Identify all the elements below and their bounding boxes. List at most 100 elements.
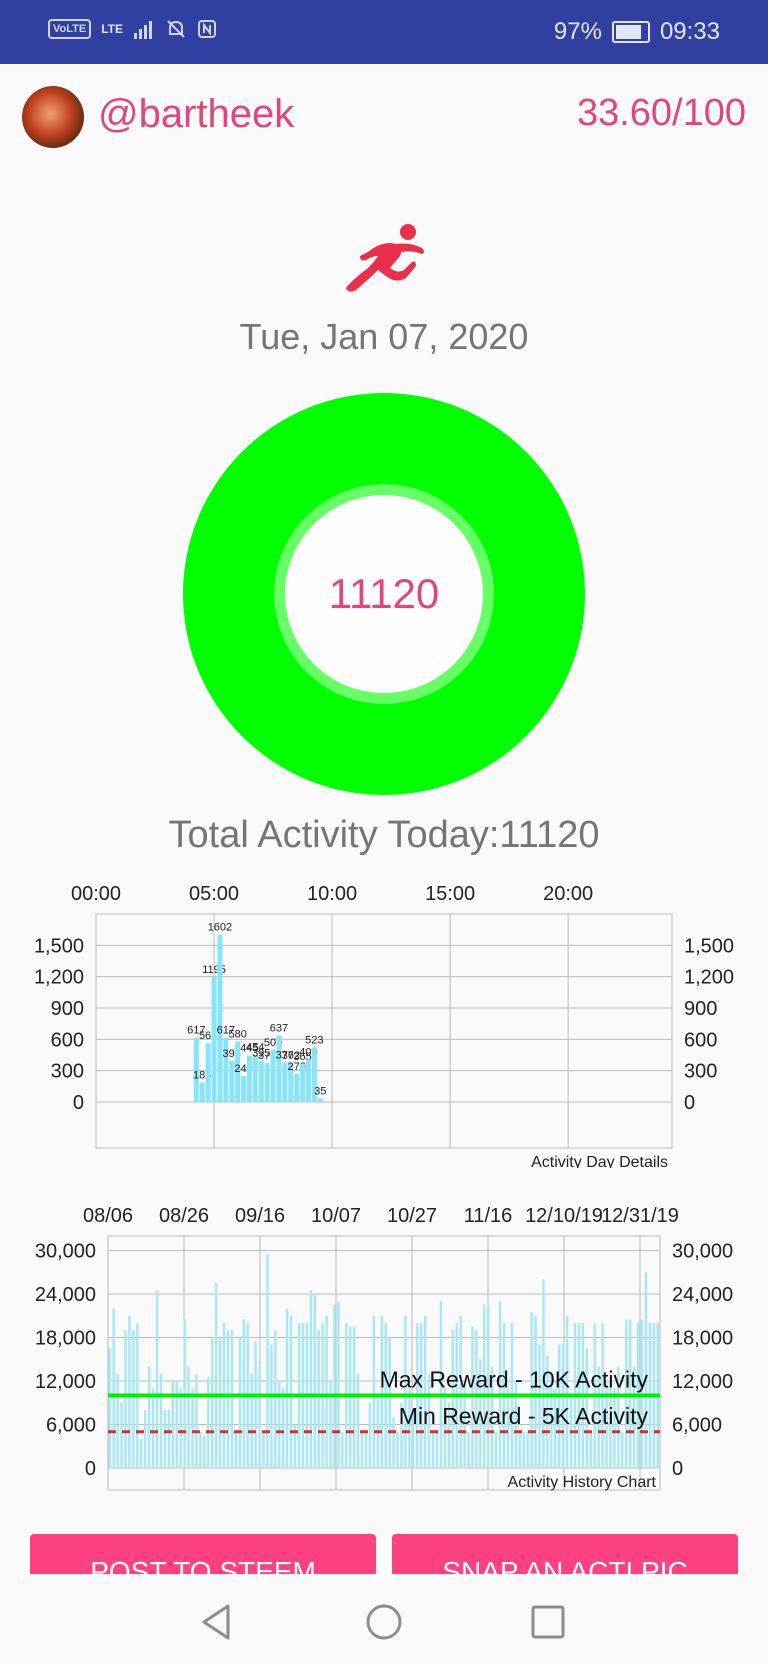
history-bar: [526, 1431, 529, 1468]
history-bar: [317, 1330, 320, 1468]
history-bar: [313, 1294, 316, 1468]
chart-frame: [95, 913, 673, 1149]
x-tick-label: 08/06: [83, 1205, 133, 1227]
x-tick-label: 09/16: [235, 1205, 285, 1227]
history-bar: [372, 1315, 376, 1468]
home-icon[interactable]: [364, 1602, 404, 1642]
activity-history-chart: 08/06 08/26 09/16 10/07 10/27 11/16 12/10/1912…: [35, 1205, 733, 1491]
history-bar: [155, 1290, 159, 1468]
history-bar: [309, 1290, 313, 1468]
chart-legend: Activity Day Details: [531, 1154, 668, 1168]
history-bar: [270, 1344, 273, 1468]
y-tick-label-right: 6,000: [672, 1415, 722, 1437]
x-tick-label: 05:00: [189, 883, 239, 905]
ring-mid: 11120: [274, 484, 494, 704]
mute-bell-icon: [167, 20, 185, 38]
history-bar: [187, 1366, 190, 1468]
history-bar: [112, 1308, 115, 1468]
history-bar: [341, 1431, 344, 1468]
history-bar: [364, 1431, 368, 1468]
history-bar: [518, 1431, 521, 1468]
day-bar-label: 523: [305, 1034, 323, 1046]
y-tick-label: 600: [51, 1029, 84, 1051]
history-bar: [254, 1341, 257, 1468]
day-bar-label: 637: [270, 1022, 288, 1034]
history-bar: [167, 1410, 171, 1468]
day-bar: [276, 1035, 282, 1102]
history-bar: [333, 1304, 336, 1468]
y-tick-label: 0: [73, 1092, 84, 1114]
day-bar: [205, 1043, 211, 1102]
history-bar: [234, 1431, 238, 1468]
history-bar: [289, 1315, 293, 1468]
history-bar: [388, 1337, 391, 1468]
activity-ring: 11120: [183, 393, 585, 795]
y-tick-label: 24,000: [35, 1284, 96, 1306]
x-tick-label: 10/07: [311, 1205, 361, 1227]
recents-icon[interactable]: [528, 1602, 568, 1642]
y-tick-label-right: 12,000: [672, 1371, 733, 1393]
x-tick-label: 20:00: [543, 883, 593, 905]
post-to-steem-button[interactable]: POST TO STEEM: [30, 1534, 376, 1574]
history-bar: [589, 1431, 592, 1468]
history-bar: [258, 1366, 261, 1468]
history-bar: [124, 1330, 127, 1468]
history-bar: [360, 1431, 364, 1468]
day-bar: [317, 1098, 323, 1102]
history-bar: [179, 1388, 182, 1468]
history-bar: [522, 1431, 525, 1468]
y-tick-label-right: 1,500: [684, 935, 734, 957]
y-tick-label: 300: [51, 1061, 84, 1083]
history-bar: [281, 1388, 285, 1468]
history-bar: [262, 1431, 265, 1468]
history-bar: [199, 1431, 202, 1468]
day-bar: [305, 1059, 311, 1102]
day-bar: [258, 1060, 264, 1102]
back-icon[interactable]: [198, 1602, 238, 1642]
signal-icon: [133, 21, 152, 39]
day-bar: [217, 934, 223, 1102]
history-bar: [147, 1366, 151, 1468]
day-bar-label: 35: [314, 1085, 326, 1097]
day-bar: [264, 1063, 270, 1102]
history-bar: [392, 1417, 395, 1468]
max-reward-label: Max Reward - 10K Activity: [380, 1367, 649, 1393]
y-tick-label-right: 0: [672, 1458, 683, 1480]
volte-indicator: VoLTE: [48, 19, 92, 39]
username[interactable]: @bartheek: [98, 92, 294, 137]
y-tick-label-right: 300: [684, 1061, 717, 1083]
history-bar: [143, 1410, 147, 1468]
snap-acti-pic-button[interactable]: SNAP AN ACTI PIC: [392, 1534, 738, 1574]
score: 33.60/100: [576, 92, 746, 134]
history-bar: [467, 1431, 470, 1468]
ring-value: 11120: [285, 495, 483, 693]
history-bar: [285, 1308, 289, 1468]
x-tick-label: 11/16: [464, 1205, 513, 1227]
x-tick-label: 10/27: [387, 1205, 437, 1227]
x-tick-label: 10:00: [307, 883, 357, 905]
y-tick-label-right: 30,000: [672, 1241, 733, 1263]
history-bar: [230, 1330, 234, 1468]
history-bar: [451, 1330, 454, 1468]
history-bar: [475, 1330, 478, 1468]
y-tick-label: 1,200: [34, 967, 84, 989]
y-tick-label-right: 600: [684, 1029, 717, 1051]
avatar[interactable]: [22, 86, 84, 148]
day-bar: [246, 1055, 252, 1102]
history-bar: [325, 1315, 328, 1468]
snap-acti-pic-label: SNAP AN ACTI PIC: [442, 1556, 688, 1574]
status-right: 97% 09:33: [554, 18, 720, 46]
x-tick-label: 12/31/19: [601, 1205, 679, 1227]
y-tick-label: 30,000: [35, 1241, 96, 1263]
history-bar: [214, 1283, 218, 1468]
clock: 09:33: [659, 18, 720, 45]
history-bar: [191, 1388, 194, 1468]
y-tick-label-right: 18,000: [672, 1328, 733, 1350]
history-bar: [132, 1330, 135, 1468]
nfc-icon: [197, 20, 216, 38]
history-bar: [195, 1373, 198, 1468]
profile-header: @bartheek 33.60/100: [0, 64, 768, 168]
history-bar: [218, 1337, 222, 1468]
history-bar: [368, 1402, 372, 1468]
y-tick-label: 18,000: [35, 1328, 96, 1350]
